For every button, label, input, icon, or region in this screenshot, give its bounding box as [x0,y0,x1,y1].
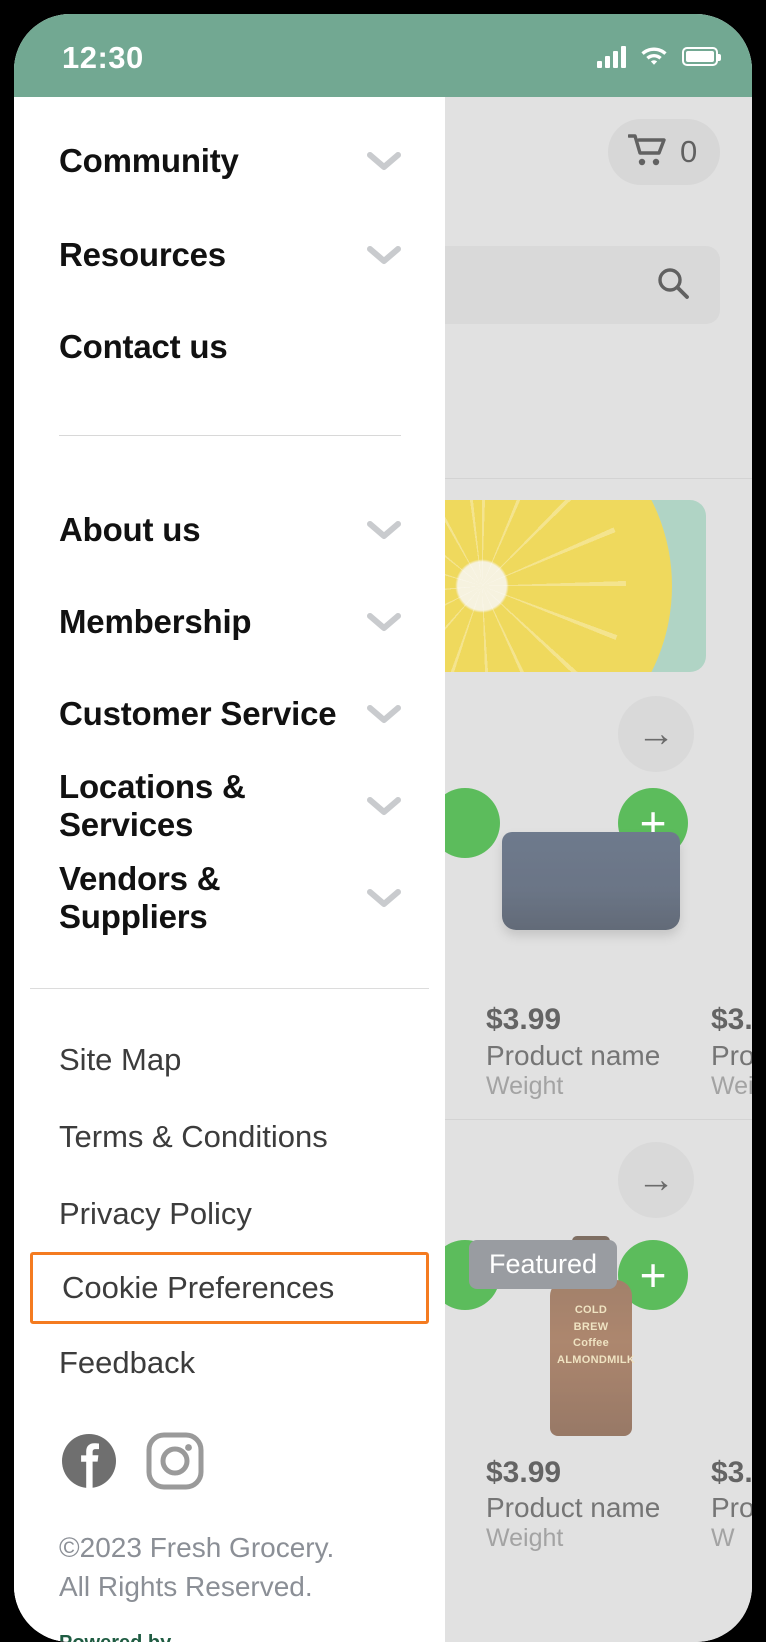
navy-blanket-image[interactable] [502,832,680,930]
chevron-down-icon [367,520,401,540]
product-name: Product name [486,1040,661,1071]
footer-link-label: Terms & Conditions [59,1118,328,1154]
cellular-signal-icon [597,45,626,68]
sidebar-item-label: Locations & Services [59,768,246,843]
product-price: $3. [711,1456,752,1489]
product-name: Pro [711,1492,752,1523]
sidebar-item-about-us[interactable]: About us [14,484,445,576]
footer-link-site-map[interactable]: Site Map [14,1021,445,1098]
footer-link-label: Feedback [59,1344,196,1380]
status-bar-time: 12:30 [62,40,144,75]
sidebar-item-label: Resources [59,236,226,273]
chevron-down-icon [367,704,401,724]
social-links [14,1401,445,1491]
sidebar-item-community[interactable]: Community [14,115,445,207]
sidebar-item-label: Community [59,142,239,179]
facebook-icon[interactable] [59,1431,119,1491]
sidebar-item-label: Membership [59,603,252,640]
powered-by-text: Powered by [14,1606,445,1642]
footer-link-label: Privacy Policy [59,1195,252,1231]
copyright-text: ©2023 Fresh Grocery. All Rights Reserved… [59,1532,335,1602]
sidebar-item-label: Customer Service [59,695,337,732]
instagram-icon[interactable] [145,1431,205,1491]
footer-link-label: Cookie Preferences [62,1270,335,1305]
product-name: Product name [486,1492,661,1523]
footer-link-terms-and-conditions[interactable]: Terms & Conditions [14,1098,445,1175]
bottle-label-line2: Coffee [572,1337,610,1349]
sidebar-item-label: Contact us [59,328,228,365]
shopping-cart-icon [627,133,668,172]
sidebar-item-label: Vendors & Suppliers [59,860,221,935]
product-weight: Weight [486,1524,564,1552]
sidebar-item-resources[interactable]: Resources [14,209,445,301]
product-price: $3.99 [486,1003,562,1036]
navigation-drawer: Community Resources Contact us About us … [14,97,445,1642]
bottle-label-line1: COLD BREW [573,1304,609,1333]
sidebar-item-membership[interactable]: Membership [14,576,445,668]
sidebar-item-locations-and-services[interactable]: Locations & Services [14,760,445,852]
footer-link-privacy-policy[interactable]: Privacy Policy [14,1175,445,1252]
primary-nav-list: Community Resources Contact us [14,97,445,393]
chevron-down-icon [367,151,401,171]
chevron-down-icon [367,888,401,908]
secondary-nav-list: About us Membership Customer Service Loc… [14,484,445,944]
status-bar-icons [597,43,721,70]
product-weight: W [711,1524,735,1552]
product-weight: Weight [486,1072,564,1100]
sidebar-item-contact-us[interactable]: Contact us [14,301,445,393]
footer-link-cookie-preferences[interactable]: Cookie Preferences [30,1252,429,1324]
footer-link-feedback[interactable]: Feedback [14,1324,445,1401]
chevron-down-icon [367,796,401,816]
battery-full-icon [682,47,721,66]
footer-links-list: Site Map Terms & Conditions Privacy Poli… [14,1021,445,1401]
product-name: Pro [711,1040,752,1071]
wifi-icon [639,43,669,70]
sidebar-item-label: About us [59,511,201,548]
sidebar-item-vendors-and-suppliers[interactable]: Vendors & Suppliers [14,852,445,944]
arrow-right-icon[interactable]: → [618,1142,694,1218]
bottle-label-line3: ALMONDMILK [557,1353,636,1366]
featured-badge: Featured [469,1240,618,1289]
product-weight: Wei [711,1072,752,1100]
cart-button[interactable]: 0 [608,119,720,185]
sidebar-item-customer-service[interactable]: Customer Service [14,668,445,760]
product-price: $3. [711,1003,752,1036]
cart-count: 0 [680,134,698,169]
status-bar: 12:30 [14,14,752,97]
phone-screen: 12:30 0 → + $3.99 Product name Weight $3… [14,14,752,1642]
arrow-right-icon[interactable]: → [618,696,694,772]
search-icon [656,266,690,305]
footer-link-label: Site Map [59,1041,182,1077]
chevron-down-icon [367,245,401,265]
product-price: $3.99 [486,1456,562,1489]
phone-device-frame: 12:30 0 → + $3.99 Product name Weight $3… [0,0,766,1642]
chevron-down-icon [367,612,401,632]
